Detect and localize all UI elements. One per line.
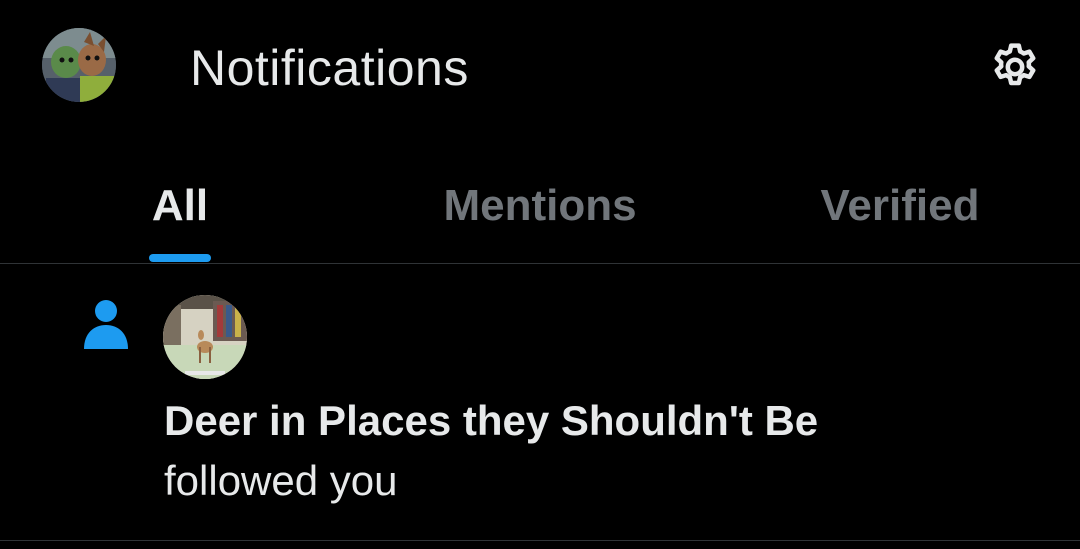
deer-photo-icon [163,295,247,379]
follower-avatar[interactable] [163,295,247,379]
tab-all-label: All [151,181,209,230]
tab-all[interactable]: All [0,162,360,264]
settings-button[interactable] [984,36,1046,98]
tab-verified-label: Verified [820,181,980,230]
page-title: Notifications [190,40,469,96]
notification-tabs: All Mentions Verified [0,162,1080,264]
active-tab-indicator [149,254,211,262]
tab-mentions-label: Mentions [443,181,637,230]
tab-mentions[interactable]: Mentions [360,162,720,264]
follower-name[interactable]: Deer in Places they Shouldn't Be [164,395,818,447]
notification-divider [0,540,1080,541]
top-app-bar: Notifications [0,0,1080,140]
avatar-illustration [42,28,116,102]
notification-action-text: followed you [164,457,398,504]
tab-verified[interactable]: Verified [720,162,1080,264]
notification-item[interactable]: Deer in Places they Shouldn't Be followe… [0,265,1080,541]
gear-icon [994,43,1036,86]
person-icon [80,297,132,353]
profile-avatar[interactable] [42,28,116,102]
tabs-divider [0,263,1080,264]
